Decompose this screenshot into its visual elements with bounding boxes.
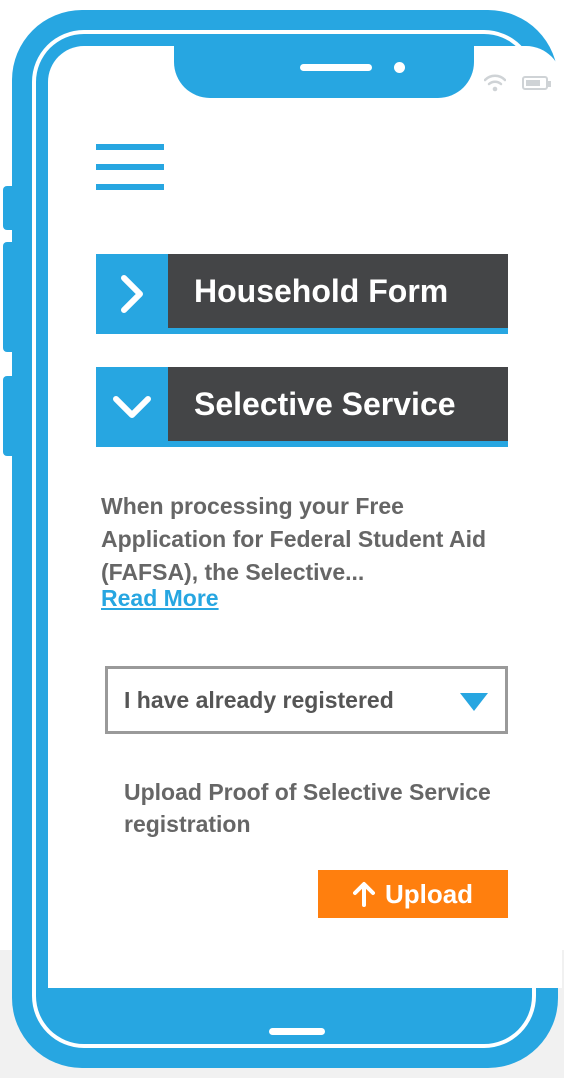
read-more-link[interactable]: Read More: [101, 585, 219, 612]
section-household-form[interactable]: Household Form: [96, 254, 508, 334]
triangle-down-icon: [460, 693, 488, 711]
arrow-up-icon: [352, 882, 375, 907]
phone-screen: Household Form Selective Service When pr…: [48, 46, 562, 988]
phone-notch: [174, 46, 474, 98]
section-description: When processing your Free Application fo…: [101, 493, 487, 585]
camera-icon: [394, 62, 405, 73]
upload-proof-label: Upload Proof of Selective Service regist…: [124, 779, 491, 837]
chevron-down-icon: [96, 367, 168, 447]
wifi-icon: [484, 74, 506, 92]
upload-button-label: Upload: [384, 878, 474, 909]
status-bar: [484, 74, 551, 92]
section-title: Household Form: [168, 254, 508, 334]
speaker-icon: [300, 64, 372, 71]
battery-icon: [522, 76, 551, 90]
phone-volume-up-button: [3, 242, 15, 352]
dropdown-selected-value: I have already registered: [124, 686, 394, 713]
phone-volume-down-button: [3, 376, 15, 456]
upload-button[interactable]: Upload: [318, 870, 508, 918]
phone-side-button: [3, 186, 15, 230]
home-indicator: [269, 1028, 325, 1035]
registration-status-dropdown[interactable]: I have already registered: [105, 666, 508, 734]
hamburger-menu-icon[interactable]: [96, 144, 164, 190]
section-selective-service[interactable]: Selective Service: [96, 367, 508, 447]
section-title: Selective Service: [168, 367, 508, 447]
chevron-right-icon: [96, 254, 168, 334]
phone-frame: Household Form Selective Service When pr…: [12, 10, 562, 1068]
